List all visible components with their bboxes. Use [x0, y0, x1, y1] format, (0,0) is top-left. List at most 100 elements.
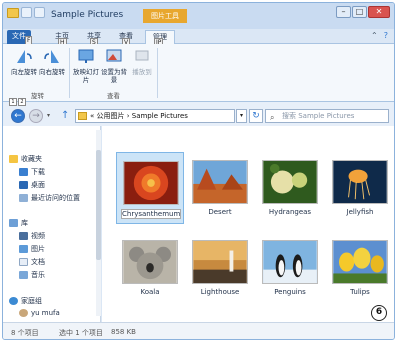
- nav-recent[interactable]: 最近访问的位置: [19, 193, 80, 203]
- folder-icon: [78, 112, 87, 120]
- file-name: Desert: [208, 208, 232, 216]
- status-bar: 8 个项目 选中 1 个项目 858 KB: [3, 322, 394, 339]
- rotate-right-icon: [44, 50, 59, 63]
- new-folder-button[interactable]: [34, 7, 45, 18]
- keytip-2: 2: [18, 98, 26, 106]
- quick-access-toolbar: [7, 7, 45, 18]
- file-name: Chrysanthemum: [121, 209, 181, 219]
- cast-to-label: 播放到: [132, 68, 152, 76]
- penguins-thumbnail: [262, 240, 318, 284]
- address-dropdown-button[interactable]: ▾: [236, 109, 247, 123]
- file-item-penguins[interactable]: Penguins: [256, 232, 324, 304]
- chrysanthemum-thumbnail: [123, 161, 179, 205]
- nav-user[interactable]: yu mufa: [19, 309, 60, 317]
- slideshow-label: 放映幻灯片: [73, 68, 99, 84]
- ribbon-right-controls: ⌃ ?: [371, 31, 388, 40]
- nav-recent-label: 最近访问的位置: [31, 194, 80, 202]
- search-input[interactable]: ⌕ 搜索 Sample Pictures: [265, 109, 389, 123]
- forward-button[interactable]: →: [29, 109, 43, 123]
- nav-pictures-label: 图片: [31, 245, 45, 253]
- address-bar[interactable]: « 公用图片 › Sample Pictures: [75, 109, 235, 123]
- nav-homegroup-label: 家庭组: [21, 297, 42, 305]
- nav-favorites-label: 收藏夹: [21, 155, 42, 163]
- help-icon[interactable]: ?: [384, 31, 388, 40]
- status-size: 858 KB: [111, 328, 136, 336]
- nav-music[interactable]: 音乐: [19, 270, 45, 280]
- rotate-right-button[interactable]: 向右旋转: [39, 48, 65, 76]
- rotate-left-icon: [17, 50, 32, 63]
- cast-to-button[interactable]: 播放到: [129, 48, 155, 76]
- status-selected: 选中 1 个项目: [59, 329, 103, 337]
- videos-icon: [19, 232, 28, 240]
- collapse-ribbon-icon[interactable]: ⌃: [371, 31, 378, 40]
- file-item-lighthouse[interactable]: Lighthouse: [186, 232, 254, 304]
- nav-favorites[interactable]: 收藏夹: [9, 154, 42, 164]
- back-button[interactable]: ←: [11, 109, 25, 123]
- tulips-thumbnail: [332, 240, 388, 284]
- nav-downloads-label: 下载: [31, 168, 45, 176]
- file-name: Jellyfish: [346, 208, 374, 216]
- explorer-window: Sample Pictures 图片工具 – □ ✕ 文件 主页 共享 查看 管…: [2, 2, 395, 340]
- title-bar: Sample Pictures 图片工具 – □ ✕: [3, 3, 394, 29]
- file-item-jellyfish[interactable]: Jellyfish: [326, 152, 394, 224]
- refresh-button[interactable]: ↻: [249, 109, 263, 123]
- jellyfish-thumbnail: [332, 160, 388, 204]
- desert-thumbnail: [192, 160, 248, 204]
- address-row: 1 2 ← → ▾ ↑ « 公用图片 › Sample Pictures ▾ ↻…: [3, 98, 394, 126]
- slideshow-button[interactable]: 放映幻灯片: [73, 48, 99, 84]
- picture-tools-context-tab: 图片工具: [143, 9, 187, 23]
- history-dropdown-icon[interactable]: ▾: [47, 112, 50, 119]
- search-icon: ⌕: [270, 113, 275, 122]
- group-label-view: 查看: [107, 92, 120, 100]
- set-background-button[interactable]: 设置为背景: [101, 48, 127, 84]
- nav-scrollbar[interactable]: [96, 130, 101, 316]
- file-item-desert[interactable]: Desert: [186, 152, 254, 224]
- nav-libraries[interactable]: 库: [9, 218, 28, 228]
- file-item-chrysanthemum[interactable]: Chrysanthemum: [116, 152, 184, 224]
- nav-music-label: 音乐: [31, 271, 45, 279]
- keytip-1: 1: [9, 98, 17, 106]
- nav-user-label: yu mufa: [31, 309, 60, 317]
- music-icon: [19, 271, 28, 279]
- properties-button[interactable]: [21, 7, 32, 18]
- rotate-left-button[interactable]: 向左旋转: [11, 48, 37, 76]
- nav-documents[interactable]: 文档: [19, 257, 45, 267]
- nav-pictures[interactable]: 图片: [19, 244, 45, 254]
- maximize-button[interactable]: □: [352, 6, 367, 18]
- nav-scrollbar-thumb[interactable]: [96, 150, 101, 260]
- nav-homegroup[interactable]: 家庭组: [9, 296, 42, 306]
- star-icon: [9, 155, 18, 163]
- file-item-hydrangeas[interactable]: Hydrangeas: [256, 152, 324, 224]
- nav-desktop-label: 桌面: [31, 181, 45, 189]
- koala-thumbnail: [122, 240, 178, 284]
- folder-icon: [7, 8, 19, 18]
- rotate-left-label: 向左旋转: [11, 68, 37, 76]
- file-item-koala[interactable]: Koala: [116, 232, 184, 304]
- file-name: Tulips: [350, 288, 370, 296]
- ribbon-tabs: 文件 主页 共享 查看 管理 F H S V JP ⌃ ?: [3, 29, 394, 47]
- annotation-number: 6: [371, 305, 387, 321]
- window-title: Sample Pictures: [51, 10, 124, 20]
- navigation-pane: 收藏夹 下载 桌面 最近访问的位置 库 视频 图片 文档 音乐 家庭组 yu m: [3, 126, 101, 322]
- file-list: Chrysanthemum Desert Hydrangeas Jellyfis…: [102, 126, 394, 322]
- nav-desktop[interactable]: 桌面: [19, 180, 45, 190]
- documents-icon: [19, 258, 28, 266]
- libraries-icon: [9, 219, 18, 227]
- set-background-icon: [106, 49, 122, 62]
- file-item-tulips[interactable]: Tulips: [326, 232, 394, 304]
- address-path: « 公用图片 › Sample Pictures: [90, 112, 188, 120]
- downloads-icon: [19, 168, 28, 176]
- set-background-label: 设置为背景: [101, 68, 127, 84]
- close-button[interactable]: ✕: [368, 6, 390, 18]
- user-icon: [19, 309, 28, 317]
- group-separator: [157, 48, 158, 98]
- nav-videos[interactable]: 视频: [19, 231, 45, 241]
- minimize-button[interactable]: –: [336, 6, 351, 18]
- status-item-count: 8 个项目: [11, 329, 39, 337]
- search-placeholder: 搜索 Sample Pictures: [282, 112, 355, 120]
- slideshow-icon: [78, 49, 94, 63]
- group-label-rotate: 旋转: [31, 92, 44, 100]
- window-controls: – □ ✕: [336, 6, 390, 18]
- nav-downloads[interactable]: 下载: [19, 167, 45, 177]
- up-button[interactable]: ↑: [61, 110, 72, 122]
